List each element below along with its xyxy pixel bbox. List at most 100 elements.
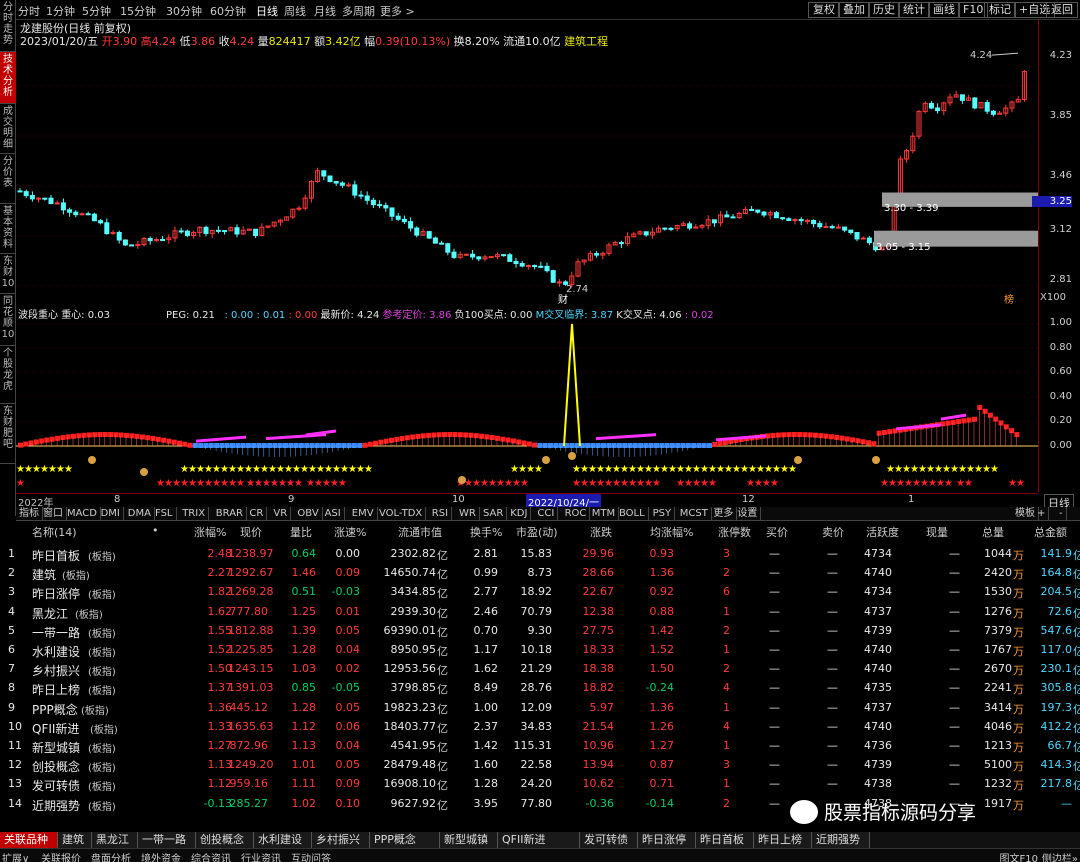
indicator-tab-24[interactable]: MCST [677,507,712,521]
row-name[interactable]: 水利建设 [32,643,80,660]
indicator-tab-11[interactable]: OBV [294,507,323,521]
tool-button-3[interactable]: 历史 [868,2,900,18]
bottom-tab-10[interactable]: QFII新进 [498,832,580,848]
indicator-tab-7[interactable]: TRIX [179,507,210,521]
indicator-tab-20[interactable]: ROC [562,507,591,521]
indicator-tab-12[interactable]: ASI [322,507,345,521]
indicator-tab-16[interactable]: WR [456,507,480,521]
side-tab-4[interactable]: 分价表 [0,154,16,204]
table-header-18[interactable]: 总金额 [1034,524,1067,540]
bottom-tab-4[interactable]: 一带一路 [138,832,196,848]
table-header-14[interactable]: 卖价 [822,524,844,540]
indicator-tool-3[interactable]: - [1056,507,1067,521]
bottom-tab-14[interactable]: 昨日上榜 [754,832,812,848]
status-tab-5[interactable]: 综合资讯 [191,850,231,862]
indicator-tab-8[interactable]: BRAR [213,507,247,521]
sidebar-toggle[interactable]: 侧边栏» [1042,850,1078,862]
indicator-tab-21[interactable]: MTM [589,507,620,521]
row-name[interactable]: 昨日涨停 [32,585,80,602]
indicator-tab-17[interactable]: SAR [480,507,508,521]
indicator-chart[interactable]: ★ ★ ★ ★ ★ ★ ★ ★ ★ ★ ★ ★ ★ ★ ★ ★ ★ ★ ★ ★ ★ ★ ★ ★ ★ ★ ★ ★ ★ ★ ★ ★ ★ ★ ★ ★ ★ ★ ★ ★… [16,318,1038,494]
row-name[interactable]: 创投概念 [32,758,80,775]
indicator-tab-6[interactable]: FSL [152,507,177,521]
table-header-9[interactable]: 市盈(动) [516,524,558,540]
row-name[interactable]: 建筑 [32,566,56,583]
row-name[interactable]: 新型城镇 [32,739,80,756]
bottom-tab-12[interactable]: 昨日涨停 [638,832,696,848]
side-tab-8[interactable]: 个股龙虎 [0,346,16,404]
row-name[interactable]: PPP概念 [32,701,78,718]
period-tab-9[interactable]: 月线 [314,3,336,19]
table-header-6[interactable]: 涨速% [334,524,366,540]
tool-button-4[interactable]: 统计 [898,2,930,18]
status-tab-3[interactable]: 盘面分析 [91,850,131,862]
indicator-tab-23[interactable]: PSY [650,507,676,521]
table-header-12[interactable]: 涨停数 [718,524,751,540]
status-tab-7[interactable]: 互动问答 [291,850,331,862]
indicator-tab-9[interactable]: CR [246,507,268,521]
table-header-4[interactable]: 现价 [240,524,262,540]
side-tab-6[interactable]: 东财10 [0,254,16,294]
table-header-7[interactable]: 流通市值 [398,524,442,540]
bottom-tab-15[interactable]: 近期强势 [812,832,870,848]
bottom-tab-13[interactable]: 昨日首板 [696,832,754,848]
indicator-tab-1[interactable]: 指标 [16,507,43,521]
row-name[interactable]: 乡村振兴 [32,662,80,679]
status-tab-1[interactable]: 扩展∨ [2,850,29,862]
period-tab-8[interactable]: 周线 [284,3,306,19]
bottom-tab-5[interactable]: 创投概念 [196,832,254,848]
status-tab-4[interactable]: 境外资金 [141,850,181,862]
period-tab-6[interactable]: 60分钟 [210,3,246,19]
side-tab-1[interactable]: 分时走势 [0,0,16,52]
indicator-tab-4[interactable]: DMI [98,507,124,521]
tool-button-9[interactable]: 返回 [1046,2,1078,18]
row-name[interactable]: 昨日上榜 [32,681,80,698]
indicator-tab-13[interactable]: EMV [349,507,378,521]
table-header-16[interactable]: 现量 [926,524,948,540]
indicator-tab-3[interactable]: MACD [64,507,101,521]
indicator-tab-19[interactable]: CCI [534,507,559,521]
billboard-mark[interactable]: 榜 [1004,291,1014,306]
side-tab-3[interactable]: 成交明细 [0,104,16,154]
indicator-tab-18[interactable]: KDJ [507,507,532,521]
side-tab-9[interactable]: 东财肥吧 [0,404,16,464]
period-tab-2[interactable]: 1分钟 [46,3,75,19]
table-header-10[interactable]: 涨跌 [590,524,612,540]
bottom-tab-2[interactable]: 建筑 [58,832,92,848]
status-tab-2[interactable]: 关联报价 [41,850,81,862]
table-header-8[interactable]: 换手% [470,524,502,540]
period-tab-1[interactable]: 分时 [18,3,40,19]
bottom-tab-6[interactable]: 水利建设 [254,832,312,848]
row-name[interactable]: 昨日首板 [32,547,80,564]
period-tab-4[interactable]: 15分钟 [120,3,156,19]
indicator-tab-26[interactable]: 设置 [734,507,762,521]
status-tab-6[interactable]: 行业资讯 [241,850,281,862]
indicator-tab-10[interactable]: VR [270,507,292,521]
bottom-tab-11[interactable]: 发可转债 [580,832,638,848]
indicator-tab-2[interactable]: 窗口 [40,507,67,521]
tool-button-5[interactable]: 画线 [928,2,960,18]
row-name[interactable]: QFII新进 [32,720,79,737]
tool-button-2[interactable]: 叠加 [838,2,870,18]
finance-event-mark[interactable]: 财 [558,291,568,306]
table-header-13[interactable]: 买价 [766,524,788,540]
bottom-tab-7[interactable]: 乡村振兴 [312,832,370,848]
f10-button[interactable]: 图文F10 [1000,850,1038,862]
period-tab-5[interactable]: 30分钟 [166,3,202,19]
period-tab-11[interactable]: 更多 > [380,3,415,19]
bottom-tab-1[interactable]: 关联品种 [0,832,58,848]
candlestick-chart[interactable] [16,46,1038,304]
indicator-tab-25[interactable]: 更多 [710,507,738,521]
period-tab-7[interactable]: 日线 [256,3,278,19]
table-header-15[interactable]: 活跃度 [866,524,899,540]
side-tab-5[interactable]: 基本资料 [0,204,16,254]
indicator-tool-2[interactable]: + [1034,507,1050,521]
side-tab-7[interactable]: 同花顺10 [0,294,16,346]
table-header-1[interactable]: 名称(14) [32,524,77,540]
indicator-tab-15[interactable]: RSI [429,507,453,521]
indicator-tab-22[interactable]: BOLL [616,507,649,521]
table-header-17[interactable]: 总量 [982,524,1004,540]
indicator-tab-14[interactable]: VOL-TDX [376,507,427,521]
period-tab-3[interactable]: 5分钟 [82,3,111,19]
table-header-11[interactable]: 均涨幅% [650,524,693,540]
